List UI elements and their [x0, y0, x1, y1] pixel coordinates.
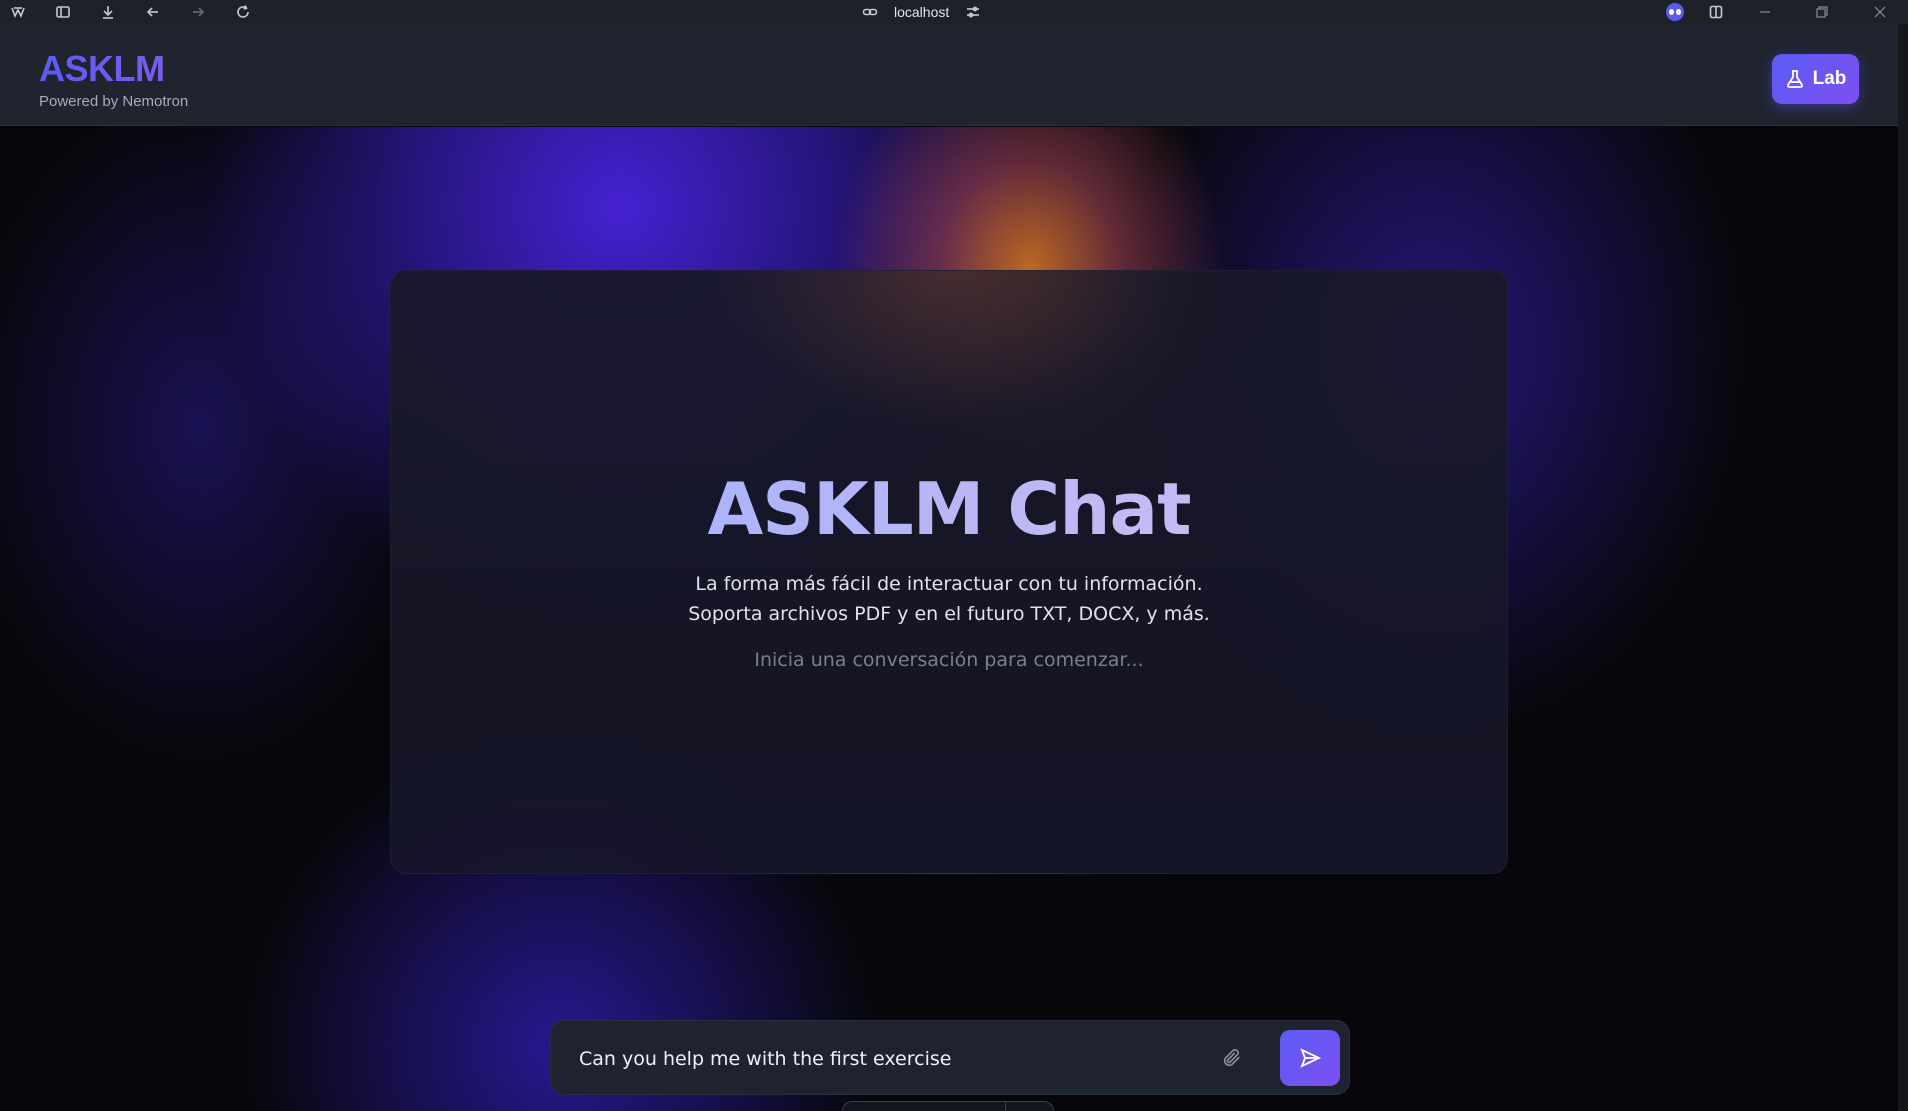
split-view-icon[interactable]	[1706, 2, 1726, 22]
page-title: ASKLM Chat	[391, 467, 1507, 551]
send-button[interactable]	[1280, 1030, 1340, 1086]
bottom-tab-peek[interactable]	[842, 1101, 1054, 1111]
minimize-icon[interactable]	[1745, 0, 1785, 24]
page-settings-icon[interactable]	[963, 2, 983, 22]
address-bar[interactable]: localhost	[860, 0, 983, 24]
welcome-card: ASKLM Chat La forma más fácil de interac…	[390, 270, 1508, 874]
app-header: ASKLM Powered by Nemotron Lab	[0, 24, 1898, 126]
close-icon[interactable]	[1860, 0, 1900, 24]
url-text[interactable]: localhost	[894, 4, 949, 20]
reload-icon[interactable]	[233, 2, 253, 22]
download-icon[interactable]	[98, 2, 118, 22]
empty-state-hint: Inicia una conversación para comenzar...	[754, 649, 1144, 671]
browser-logo-icon[interactable]	[8, 2, 28, 22]
brand-logo[interactable]: ASKLM	[39, 48, 165, 90]
brand-tagline: Powered by Nemotron	[39, 93, 189, 110]
flask-icon	[1785, 69, 1805, 89]
description-line-1: La forma más fácil de interactuar con tu…	[695, 573, 1203, 595]
back-arrow-icon[interactable]	[143, 2, 163, 22]
extension-avatar-icon[interactable]	[1666, 3, 1684, 21]
sidebar-toggle-icon[interactable]	[53, 2, 73, 22]
scrollbar[interactable]	[1898, 24, 1908, 1111]
description-line-2: Soporta archivos PDF y en el futuro TXT,…	[688, 603, 1210, 625]
send-icon	[1298, 1046, 1322, 1070]
link-icon	[860, 2, 880, 22]
paperclip-icon[interactable]	[1217, 1043, 1247, 1073]
chat-input[interactable]	[579, 1039, 1179, 1079]
restore-icon[interactable]	[1802, 0, 1842, 24]
welcome-description: La forma más fácil de interactuar con tu…	[391, 569, 1507, 629]
lab-button[interactable]: Lab	[1772, 54, 1859, 104]
forward-arrow-icon[interactable]	[188, 2, 208, 22]
chat-composer	[550, 1020, 1350, 1095]
lab-button-label: Lab	[1812, 68, 1847, 89]
browser-toolbar: localhost	[0, 0, 1908, 24]
